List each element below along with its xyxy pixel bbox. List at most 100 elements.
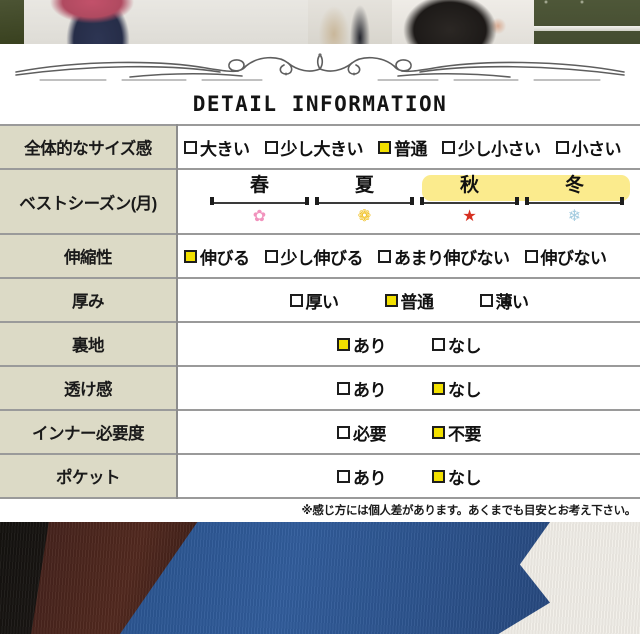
table-row-season: ベストシーズン(月) 春 ✿ 夏 ❁ 秋 ★ 冬 ❄ (0, 169, 640, 234)
row-value-sheerness: あり なし (177, 366, 640, 410)
row-label-stretch: 伸縮性 (0, 234, 178, 278)
checkbox-icon[interactable] (337, 469, 350, 483)
option-lining-1[interactable]: なし (432, 332, 482, 357)
option-sheerness-0[interactable]: あり (337, 376, 387, 401)
option-label: 厚い (305, 292, 340, 312)
option-label: 必要 (353, 424, 387, 444)
option-label: あまり伸びない (394, 248, 510, 268)
season-tick-right (515, 196, 519, 205)
checkbox-icon[interactable] (337, 381, 350, 395)
checkbox-icon[interactable] (479, 293, 493, 307)
option-label: あり (353, 336, 387, 356)
season-bar (210, 201, 309, 204)
season-segment-spring[interactable]: 春 ✿ (210, 173, 309, 231)
option-lining-0[interactable]: あり (337, 332, 387, 357)
option-stretch-3[interactable]: 伸びない (524, 244, 607, 269)
checkbox-checked-icon[interactable] (432, 381, 445, 395)
snowflake-icon: ❄ (567, 207, 582, 225)
photo-thumb-2 (308, 0, 392, 44)
disclaimer-note: ※感じ方には個人差があります。あくまでも目安とお考え下さい。 (0, 499, 640, 522)
decorative-flourish (0, 44, 640, 92)
row-value-inner: 必要 不要 (177, 410, 640, 454)
option-label: あり (353, 468, 387, 488)
photo-thumb-3 (392, 0, 534, 44)
checkbox-icon[interactable] (524, 249, 538, 263)
table-row-pocket: ポケット あり なし (0, 454, 640, 498)
checkbox-checked-icon[interactable] (384, 293, 398, 307)
row-label-size: 全体的なサイズ感 (0, 125, 178, 169)
green-panel (534, 0, 640, 44)
season-kanji: 夏 (354, 174, 374, 196)
maple-leaf-icon: ★ (462, 207, 477, 225)
season-kanji: 冬 (564, 174, 584, 196)
checkbox-checked-icon[interactable] (432, 469, 445, 483)
photo-strip-edge (0, 0, 24, 44)
row-label-thickness: 厚み (0, 278, 178, 322)
option-label: 少し小さい (458, 139, 541, 159)
table-row-inner: インナー必要度 必要 不要 (0, 410, 640, 454)
season-segment-autumn[interactable]: 秋 ★ (420, 173, 519, 231)
checkbox-checked-icon[interactable] (432, 425, 445, 439)
checkbox-icon[interactable] (264, 140, 278, 154)
row-value-season: 春 ✿ 夏 ❁ 秋 ★ 冬 ❄ (177, 169, 640, 234)
option-label: なし (448, 468, 482, 488)
option-thickness-1[interactable]: 普通 (384, 288, 434, 313)
option-label: 薄い (495, 292, 530, 312)
season-timeline: 春 ✿ 夏 ❁ 秋 ★ 冬 ❄ (184, 173, 634, 231)
checkbox-icon[interactable] (378, 249, 391, 263)
row-value-size: 大きい 少し大きい 普通 少し小さい 小さい (177, 125, 640, 169)
top-photo-strip (0, 0, 640, 44)
checkbox-icon[interactable] (337, 425, 350, 439)
checkbox-icon[interactable] (432, 337, 445, 351)
green-panel-dots (534, 0, 640, 10)
option-label: 不要 (448, 424, 482, 444)
season-kanji: 春 (249, 174, 269, 196)
option-size-3[interactable]: 少し小さい (442, 135, 541, 160)
season-tick-left (210, 196, 214, 205)
season-tick-left (420, 196, 424, 205)
option-stretch-0[interactable]: 伸びる (184, 244, 250, 269)
sunflower-icon: ❁ (357, 207, 372, 225)
option-stretch-2[interactable]: あまり伸びない (378, 244, 510, 269)
photo-thumb-1 (24, 0, 308, 44)
option-size-4[interactable]: 小さい (555, 135, 621, 160)
option-inner-1[interactable]: 不要 (432, 420, 482, 445)
checkbox-icon[interactable] (555, 140, 569, 154)
option-inner-0[interactable]: 必要 (337, 420, 387, 445)
checkbox-checked-icon[interactable] (378, 140, 391, 154)
season-segment-summer[interactable]: 夏 ❁ (315, 173, 414, 231)
bottom-product-photo (0, 522, 640, 634)
row-value-thickness: 厚い 普通 薄い (177, 278, 640, 322)
season-segment-winter[interactable]: 冬 ❄ (525, 173, 624, 231)
season-kanji: 秋 (459, 174, 479, 196)
detail-information-table: 全体的なサイズ感 大きい 少し大きい 普通 少し小さい 小さい ベストシーズン(… (0, 124, 640, 499)
checkbox-icon[interactable] (184, 140, 197, 154)
option-size-2[interactable]: 普通 (378, 135, 428, 160)
checkbox-checked-icon[interactable] (337, 337, 350, 351)
option-label: 普通 (394, 139, 428, 159)
season-tick-right (305, 196, 309, 205)
option-sheerness-1[interactable]: なし (432, 376, 482, 401)
checkbox-icon[interactable] (442, 140, 455, 154)
option-size-1[interactable]: 少し大きい (264, 135, 363, 160)
option-stretch-1[interactable]: 少し伸びる (264, 244, 363, 269)
option-label: 大きい (200, 139, 250, 159)
row-label-season: ベストシーズン(月) (0, 169, 178, 234)
table-row-size: 全体的なサイズ感 大きい 少し大きい 普通 少し小さい 小さい (0, 125, 640, 169)
row-value-stretch: 伸びる 少し伸びる あまり伸びない 伸びない (177, 234, 640, 278)
row-label-inner: インナー必要度 (0, 410, 178, 454)
option-label: あり (353, 380, 387, 400)
checkbox-icon[interactable] (264, 249, 278, 263)
option-thickness-2[interactable]: 薄い (479, 288, 530, 313)
option-thickness-0[interactable]: 厚い (289, 288, 340, 313)
season-tick-left (315, 196, 319, 205)
option-label: なし (448, 336, 482, 356)
option-pocket-1[interactable]: なし (432, 464, 482, 489)
checkbox-icon[interactable] (289, 293, 303, 307)
checkbox-checked-icon[interactable] (184, 249, 197, 263)
option-size-0[interactable]: 大きい (184, 135, 250, 160)
row-value-pocket: あり なし (177, 454, 640, 498)
option-pocket-0[interactable]: あり (337, 464, 387, 489)
row-value-lining: あり なし (177, 322, 640, 366)
season-tick-left (525, 196, 529, 205)
